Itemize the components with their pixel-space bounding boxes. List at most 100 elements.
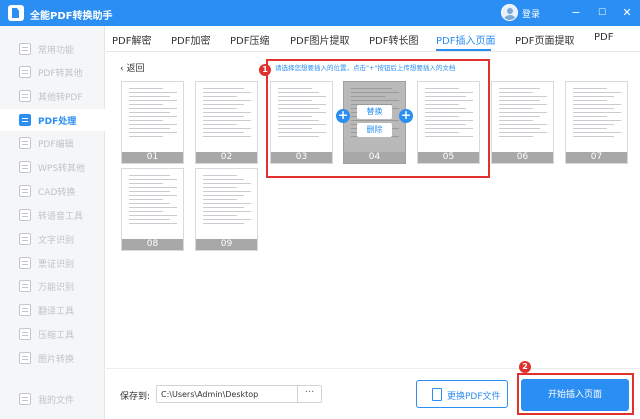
app-logo-icon	[8, 5, 24, 21]
sidebar-item-label: PDF处理	[38, 117, 77, 127]
tab-pdf-image-extract[interactable]: PDF图片提取	[290, 32, 349, 47]
login-button[interactable]: 登录	[522, 7, 540, 20]
sidebar-item-label: 转语音工具	[38, 212, 84, 222]
page-number: 08	[122, 239, 183, 250]
sidebar-item-label: CAD转换	[38, 188, 76, 198]
pdf-edit-icon	[19, 137, 31, 149]
sidebar-item-pdf-edit[interactable]: PDF编辑	[0, 132, 105, 154]
browse-folder-button[interactable]: ···	[297, 386, 321, 402]
sidebar-item-my-files[interactable]: 我的文件	[0, 388, 105, 410]
page-thumbnail[interactable]: 01	[121, 81, 184, 164]
sidebar-item-label: 其他转PDF	[38, 93, 83, 103]
bottom-divider	[106, 368, 640, 369]
insert-before-plus-icon[interactable]: +	[336, 109, 350, 123]
image-convert-icon	[19, 352, 31, 364]
page-thumbnail[interactable]: 09	[195, 168, 258, 251]
sidebar-item-ocr[interactable]: 文字识别	[0, 228, 105, 250]
tab-pdf-long-image[interactable]: PDF转长图	[369, 32, 418, 47]
sidebar-item-image[interactable]: 图片转换	[0, 347, 105, 369]
tab-pdf-decrypt[interactable]: PDF解密	[112, 32, 151, 47]
save-path-value: C:\Users\Admin\Desktop	[161, 390, 259, 399]
app-title: 全能PDF转换助手	[30, 11, 113, 22]
page-number: 03	[271, 152, 332, 163]
sidebar-item-label: 我的文件	[38, 396, 75, 406]
sidebar-item-pdf-to-other[interactable]: PDF转其他	[0, 61, 105, 83]
tab-pdf-page-extract[interactable]: PDF页面提取	[515, 32, 574, 47]
title-bar: 全能PDF转换助手 登录 − ☐ ✕	[0, 0, 640, 26]
sidebar-item-label: 文字识别	[38, 236, 75, 246]
pdf-to-other-icon	[19, 66, 31, 78]
page-thumbnail[interactable]: 08	[121, 168, 184, 251]
tab-pdf-more[interactable]: PDF	[594, 32, 613, 43]
avatar-icon[interactable]	[501, 4, 518, 21]
tab-pdf-compress[interactable]: PDF压缩	[230, 32, 269, 47]
cad-icon	[19, 185, 31, 197]
page-content	[203, 175, 251, 235]
minimize-icon[interactable]: −	[567, 4, 585, 22]
sidebar: 常用功能 PDF转其他 其他转PDF PDF处理 PDF编辑 WPS转其他 CA…	[0, 26, 105, 419]
page-content	[129, 88, 177, 148]
page-thumbnail[interactable]: 06	[491, 81, 554, 164]
save-path-field[interactable]: C:\Users\Admin\Desktop ···	[156, 385, 322, 403]
text-recognition-icon	[19, 233, 31, 245]
sidebar-item-label: 万能识别	[38, 283, 75, 293]
page-content	[129, 175, 177, 235]
replace-button[interactable]: 替换	[357, 105, 392, 119]
sidebar-item-label: 翻译工具	[38, 307, 75, 317]
page-thumbnail[interactable]: 03	[270, 81, 333, 164]
sidebar-item-label: PDF编辑	[38, 140, 74, 150]
maximize-icon[interactable]: ☐	[593, 4, 611, 22]
my-files-icon	[19, 393, 31, 405]
ticket-recognition-icon	[19, 257, 31, 269]
sidebar-item-common[interactable]: 常用功能	[0, 38, 105, 60]
page-thumbnail[interactable]: 02	[195, 81, 258, 164]
page-number: 05	[418, 152, 479, 163]
sidebar-item-universal[interactable]: 万能识别	[0, 275, 105, 297]
sidebar-item-other-to-pdf[interactable]: 其他转PDF	[0, 85, 105, 107]
page-content	[573, 88, 621, 148]
sidebar-item-voice[interactable]: 转语音工具	[0, 204, 105, 226]
sidebar-item-cad[interactable]: CAD转换	[0, 180, 105, 202]
page-content	[278, 88, 326, 148]
close-icon[interactable]: ✕	[618, 4, 636, 22]
back-button[interactable]: ‹ 返回	[120, 61, 144, 74]
step-badge-2: 2	[519, 361, 531, 373]
page-content	[499, 88, 547, 148]
back-label: 返回	[126, 64, 145, 74]
sidebar-item-label: 票证识别	[38, 260, 75, 270]
tab-bar: PDF解密 PDF加密 PDF压缩 PDF图片提取 PDF转长图 PDF插入页面…	[106, 26, 640, 52]
highlight-box	[517, 373, 634, 415]
page-content	[425, 88, 473, 148]
tab-pdf-insert-page[interactable]: PDF插入页面	[436, 32, 495, 47]
sidebar-item-wps-to-other[interactable]: WPS转其他	[0, 156, 105, 178]
change-pdf-button[interactable]: 更换PDF文件	[416, 380, 508, 408]
page-number: 06	[492, 152, 553, 163]
sidebar-item-label: WPS转其他	[38, 164, 86, 174]
pdf-process-icon	[19, 114, 31, 126]
sidebar-item-label: PDF转其他	[38, 69, 83, 79]
save-to-label: 保存到:	[120, 392, 151, 402]
sidebar-item-pdf-process[interactable]: PDF处理	[0, 109, 105, 131]
delete-button[interactable]: 删除	[357, 123, 392, 137]
universal-recognition-icon	[19, 280, 31, 292]
translate-icon	[19, 304, 31, 316]
tab-pdf-encrypt[interactable]: PDF加密	[171, 32, 210, 47]
voice-icon	[19, 209, 31, 221]
sidebar-item-translate[interactable]: 翻译工具	[0, 299, 105, 321]
page-number: 04	[344, 152, 405, 163]
insert-after-plus-icon[interactable]: +	[399, 109, 413, 123]
sidebar-item-label: 常用功能	[38, 46, 75, 56]
compress-icon	[19, 328, 31, 340]
page-thumbnail[interactable]: 05	[417, 81, 480, 164]
change-pdf-label: 更换PDF文件	[447, 392, 501, 402]
file-icon	[432, 388, 442, 401]
sidebar-item-compress[interactable]: 压缩工具	[0, 323, 105, 345]
sidebar-item-ticket[interactable]: 票证识别	[0, 252, 105, 274]
page-number: 02	[196, 152, 257, 163]
insert-hint: 请选择您想要插入的位置，点击"+"按钮后上传想要插入的文档	[275, 64, 456, 72]
wps-icon	[19, 161, 31, 173]
page-content	[203, 88, 251, 148]
step-badge-1: 1	[259, 64, 271, 76]
page-thumbnail[interactable]: 07	[565, 81, 628, 164]
page-number: 09	[196, 239, 257, 250]
